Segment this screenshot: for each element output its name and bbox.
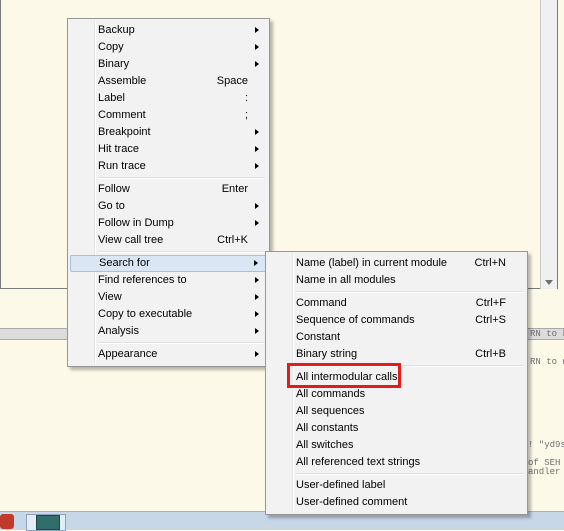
menu-item-user-defined-comment[interactable]: User-defined comment — [268, 494, 525, 511]
menu-item-shortcut: Ctrl+B — [475, 348, 506, 360]
menu-item-label: All switches — [296, 439, 354, 451]
menu-item-find-references-to[interactable]: Find references to — [70, 272, 267, 289]
menu-item-label: Constant — [296, 331, 341, 343]
menu-item-label: All commands — [296, 388, 366, 400]
pane-text-fragment: RN to n — [530, 357, 564, 367]
scroll-down-arrow-icon[interactable] — [545, 280, 553, 285]
submenu-arrow-icon — [255, 203, 259, 209]
menu-item-shortcut: ; — [244, 109, 248, 121]
menu-item-breakpoint[interactable]: Breakpoint — [70, 124, 267, 141]
menu-item-label: User-defined comment — [296, 496, 408, 508]
submenu-arrow-icon — [255, 129, 259, 135]
menu-item-binary[interactable]: Binary — [70, 56, 267, 73]
menu-item-label: Go to — [98, 200, 125, 212]
submenu-arrow-icon — [255, 328, 259, 334]
menu-item-assemble[interactable]: Assemble Space — [70, 73, 267, 90]
menu-item-label: Hit trace — [98, 143, 139, 155]
menu-item-label: Comment — [98, 109, 146, 121]
menu-item-shortcut: Ctrl+N — [474, 257, 506, 269]
menu-item-label: Search for — [99, 257, 150, 269]
menu-item-all-referenced-text-strings[interactable]: All referenced text strings — [268, 454, 525, 471]
menu-item-label: Command — [296, 297, 347, 309]
menu-item-label: All referenced text strings — [296, 456, 421, 468]
menu-item-command[interactable]: Command Ctrl+F — [268, 295, 525, 312]
menu-item-copy-to-executable[interactable]: Copy to executable — [70, 306, 267, 323]
submenu-arrow-icon — [255, 61, 259, 67]
menu-item-name-label-in-current-module[interactable]: Name (label) in current module Ctrl+N — [268, 255, 525, 272]
submenu-arrow-icon — [255, 146, 259, 152]
menu-item-all-switches[interactable]: All switches — [268, 437, 525, 454]
menu-item-label: Follow in Dump — [98, 217, 174, 229]
menu-item-label: Binary — [98, 58, 130, 70]
menu-item-label: Appearance — [98, 348, 158, 360]
menu-item-label[interactable]: Label: — [70, 90, 267, 107]
menu-item-label: All constants — [296, 422, 359, 434]
menu-item-label: All intermodular calls — [296, 371, 398, 383]
menu-item-label: Assemble — [98, 75, 147, 87]
menu-item-label: Find references to — [98, 274, 187, 286]
window-icon[interactable] — [36, 515, 60, 530]
submenu-arrow-icon — [255, 311, 259, 317]
context-menu: Backup Copy Binary Assemble Space Label: Comme… — [67, 18, 270, 367]
menu-item-backup[interactable]: Backup — [70, 22, 267, 39]
app-icon[interactable] — [0, 514, 14, 529]
menu-item-shortcut: Ctrl+S — [475, 314, 506, 326]
menu-item-shortcut: Enter — [221, 183, 248, 195]
menu-item-shortcut: Ctrl+F — [475, 297, 506, 309]
menu-item-label: Follow — [98, 183, 130, 195]
menu-item-shortcut: Ctrl+K — [217, 234, 248, 246]
menu-item-all-intermodular-calls[interactable]: All intermodular calls — [268, 369, 525, 386]
menu-item-label: Breakpoint — [98, 126, 151, 138]
menu-item-go-to[interactable]: Go to — [70, 198, 267, 215]
submenu-arrow-icon — [254, 260, 258, 266]
menu-item-analysis[interactable]: Analysis — [70, 323, 267, 340]
menu-item-label: All sequences — [296, 405, 365, 417]
menu-item-label: Name (label) in current module — [296, 257, 448, 269]
menu-item-all-sequences[interactable]: All sequences — [268, 403, 525, 420]
submenu-arrow-icon — [255, 44, 259, 50]
menu-item-search-for[interactable]: Search for — [70, 255, 267, 272]
menu-item-hit-trace[interactable]: Hit trace — [70, 141, 267, 158]
pane-text-fragment: RN to k — [530, 329, 564, 339]
menu-item-label: Sequence of commands — [296, 314, 415, 326]
menu-item-label: View — [98, 291, 122, 303]
menu-item-user-defined-label[interactable]: User-defined label — [268, 477, 525, 494]
pane-text-fragment: andler — [528, 467, 561, 477]
pane-text-fragment: ! "yd9s — [528, 440, 564, 450]
menu-item-name-in-all-modules[interactable]: Name in all modules — [268, 272, 525, 289]
menu-item-shortcut: : — [244, 92, 248, 104]
menu-item-binary-string[interactable]: Binary string Ctrl+B — [268, 346, 525, 363]
menu-item-label: Name in all modules — [296, 274, 396, 286]
menu-item-label: Copy — [98, 41, 124, 53]
submenu-arrow-icon — [255, 27, 259, 33]
menu-item-view-call-tree[interactable]: View call tree Ctrl+K — [70, 232, 267, 249]
menu-item-all-commands[interactable]: All commands — [268, 386, 525, 403]
menu-item-label: Backup — [98, 24, 135, 36]
submenu-arrow-icon — [255, 220, 259, 226]
menu-item-label: Binary string — [296, 348, 358, 360]
menu-item-label: Copy to executable — [98, 308, 193, 320]
menu-item-sequence-of-commands[interactable]: Sequence of commands Ctrl+S — [268, 312, 525, 329]
menu-item-appearance[interactable]: Appearance — [70, 346, 267, 363]
submenu-arrow-icon — [255, 351, 259, 357]
menu-item-follow-in-dump[interactable]: Follow in Dump — [70, 215, 267, 232]
menu-item-copy[interactable]: Copy — [70, 39, 267, 56]
menu-item-label: View call tree — [98, 234, 164, 246]
menu-item-constant[interactable]: Constant — [268, 329, 525, 346]
menu-item-follow[interactable]: Follow Enter — [70, 181, 267, 198]
menu-item-label: User-defined label — [296, 479, 386, 491]
menu-item-view[interactable]: View — [70, 289, 267, 306]
submenu-arrow-icon — [255, 163, 259, 169]
vertical-scrollbar[interactable] — [540, 0, 557, 289]
menu-item-label: Run trace — [98, 160, 146, 172]
menu-item-label: Label — [98, 92, 125, 104]
menu-item-comment[interactable]: Comment; — [70, 107, 267, 124]
menu-item-label: Analysis — [98, 325, 139, 337]
submenu-arrow-icon — [255, 294, 259, 300]
search-for-submenu: Name (label) in current module Ctrl+N Name… — [265, 251, 528, 515]
menu-item-all-constants[interactable]: All constants — [268, 420, 525, 437]
menu-item-shortcut: Space — [216, 75, 248, 87]
submenu-arrow-icon — [255, 277, 259, 283]
menu-item-run-trace[interactable]: Run trace — [70, 158, 267, 175]
